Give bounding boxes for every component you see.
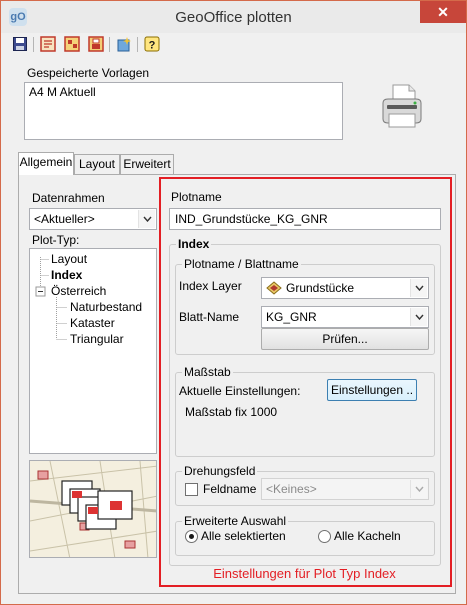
blatt-name-label: Blatt-Name (179, 310, 240, 324)
feldname-value: <Keines> (266, 482, 317, 496)
chevron-down-icon[interactable] (410, 279, 427, 297)
plotname-label: Plotname (171, 190, 222, 204)
annotation-caption: Einstellungen für Plot Typ Index (213, 566, 396, 581)
svg-text:?: ? (149, 40, 156, 52)
printer-icon (379, 81, 425, 131)
tab-erweitert[interactable]: Erweitert (120, 154, 174, 174)
window-title: GeoOffice plotten (175, 9, 292, 26)
chevron-down-icon[interactable] (410, 480, 427, 498)
templates-list[interactable]: A4 M Aktuell (24, 82, 343, 140)
tree-item-naturbestand[interactable]: Naturbestand (70, 300, 142, 314)
massstab-legend: Maßstab (182, 365, 233, 379)
tree-item-layout[interactable]: Layout (51, 252, 87, 266)
chevron-down-icon[interactable] (138, 210, 155, 228)
tree-item-triangular[interactable]: Triangular (70, 332, 124, 346)
tab-layout[interactable]: Layout (74, 154, 120, 174)
plotname-blattname-legend: Plotname / Blattname (182, 257, 301, 271)
index-layer-label: Index Layer (179, 279, 242, 293)
title-bar: gO GeoOffice plotten ✕ (1, 1, 466, 33)
plot-typ-label: Plot-Typ: (32, 233, 80, 247)
plot-frame-icon[interactable] (39, 35, 57, 53)
close-button[interactable]: ✕ (420, 1, 466, 23)
tab-allgemein[interactable]: Allgemein (18, 152, 74, 175)
index-preview-image (29, 460, 157, 558)
radio-alle-selektierten[interactable] (185, 530, 198, 543)
aktuelle-einstellungen-label: Aktuelle Einstellungen: (179, 384, 301, 398)
plot-dialog-window: gO GeoOffice plotten ✕ ? Gespeicherte Vo… (0, 0, 467, 605)
alle-selektierten-label: Alle selektierten (201, 529, 286, 543)
toolbar-separator (109, 37, 110, 52)
drehungsfeld-legend: Drehungsfeld (182, 464, 258, 478)
pruefen-button[interactable]: Prüfen... (261, 328, 429, 350)
massstab-value: Maßstab fix 1000 (185, 405, 278, 419)
templates-label: Gespeicherte Vorlagen (27, 66, 150, 80)
help-icon[interactable]: ? (143, 35, 161, 53)
index-layer-value: Grundstücke (286, 281, 355, 295)
feldname-label: Feldname (203, 482, 257, 496)
alle-kacheln-label: Alle Kacheln (334, 529, 401, 543)
tree-item-kataster[interactable]: Kataster (70, 316, 115, 330)
datenrahmen-label: Datenrahmen (32, 191, 105, 205)
template-item[interactable]: A4 M Aktuell (29, 85, 96, 99)
feldname-checkbox[interactable] (185, 483, 198, 496)
datenrahmen-select[interactable]: <Aktueller> (29, 208, 157, 230)
plotname-input[interactable]: IND_Grundstücke_KG_GNR (169, 208, 441, 230)
radio-alle-kacheln[interactable] (318, 530, 331, 543)
index-layer-select[interactable]: Grundstücke (261, 277, 429, 299)
toolbar-separator (137, 37, 138, 52)
polygon-layer-icon (266, 281, 282, 298)
blatt-name-select[interactable]: KG_GNR (261, 306, 429, 328)
tree-item-index[interactable]: Index (51, 268, 82, 282)
toolbar-separator (33, 37, 34, 52)
index-group-legend: Index (176, 237, 212, 251)
blatt-name-value: KG_GNR (266, 310, 317, 324)
einstellungen-button[interactable]: Einstellungen .. (327, 379, 417, 401)
plot-settings-icon[interactable] (87, 35, 105, 53)
datenrahmen-value: <Aktueller> (34, 212, 95, 226)
plotname-value: IND_Grundstücke_KG_GNR (175, 212, 328, 226)
plot-type-tree[interactable]: Layout Index Österreich Naturbestand Kat… (29, 248, 157, 454)
save-icon[interactable] (11, 35, 29, 53)
chevron-down-icon[interactable] (410, 308, 427, 326)
erweiterte-auswahl-legend: Erweiterte Auswahl (182, 514, 289, 528)
plot-layout-icon[interactable] (63, 35, 81, 53)
wizard-icon[interactable] (115, 35, 133, 53)
feldname-select[interactable]: <Keines> (261, 478, 429, 500)
tree-item-oesterreich[interactable]: Österreich (51, 284, 106, 298)
